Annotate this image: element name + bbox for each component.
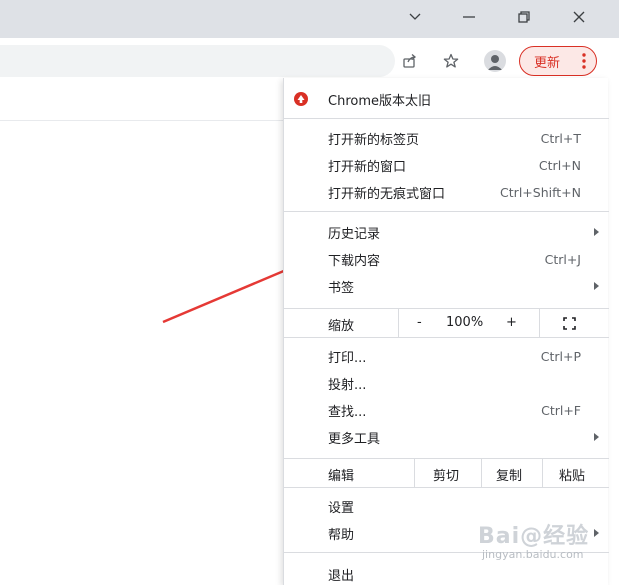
menu-item-history[interactable]: 历史记录 <box>284 219 609 245</box>
menu-item-new-tab[interactable]: 打开新的标签页 Ctrl+T <box>284 125 609 151</box>
submenu-arrow-icon <box>594 433 599 441</box>
menu-item-label: 书签 <box>328 280 355 296</box>
menu-item-label: 打开新的标签页 <box>328 132 420 148</box>
menu-item-shortcut: Ctrl+F <box>541 402 581 418</box>
menu-item-label: 设置 <box>328 500 355 516</box>
fullscreen-icon[interactable] <box>563 317 576 330</box>
menu-item-outdated-banner[interactable]: Chrome版本太旧 <box>284 86 609 112</box>
watermark-subtext: jingyan.baidu.com <box>482 548 584 561</box>
zoom-label: 缩放 <box>328 319 355 334</box>
edit-label: 编辑 <box>328 469 355 484</box>
menu-item-downloads[interactable]: 下载内容 Ctrl+J <box>284 246 609 272</box>
menu-item-new-incognito-window[interactable]: 打开新的无痕式窗口 Ctrl+Shift+N <box>284 179 609 205</box>
menu-divider <box>414 459 415 487</box>
zoom-row: 缩放 - 100% + <box>284 308 609 338</box>
edit-row: 编辑 剪切 复制 粘贴 <box>284 458 609 488</box>
submenu-arrow-icon <box>594 282 599 290</box>
zoom-in-button[interactable]: + <box>506 315 517 330</box>
cut-button[interactable]: 剪切 <box>433 465 459 484</box>
chrome-main-menu: Chrome版本太旧 打开新的标签页 Ctrl+T 打开新的窗口 Ctrl+N … <box>283 78 609 585</box>
menu-item-shortcut: Ctrl+N <box>538 157 581 173</box>
copy-button[interactable]: 复制 <box>496 465 522 484</box>
submenu-arrow-icon <box>594 228 599 236</box>
menu-separator <box>284 118 609 119</box>
menu-divider <box>539 309 540 337</box>
menu-item-shortcut: Ctrl+T <box>540 130 581 146</box>
baidu-watermark: Bai@经验 jingyan.baidu.com <box>478 518 608 568</box>
zoom-out-button[interactable]: - <box>417 315 422 330</box>
zoom-level: 100% <box>446 315 484 330</box>
menu-item-label: 投射... <box>328 377 367 393</box>
menu-item-shortcut: Ctrl+Shift+N <box>500 184 581 200</box>
menu-item-shortcut: Ctrl+J <box>544 251 581 267</box>
menu-item-label: 打印... <box>328 350 367 366</box>
menu-item-label: 查找... <box>328 404 367 420</box>
menu-item-label: 退出 <box>328 568 355 584</box>
menu-item-shortcut: Ctrl+P <box>540 348 581 364</box>
menu-item-label: 下载内容 <box>328 253 381 269</box>
menu-item-new-window[interactable]: 打开新的窗口 Ctrl+N <box>284 152 609 178</box>
menu-item-label: 更多工具 <box>328 431 381 447</box>
menu-divider <box>542 459 543 487</box>
menu-item-find[interactable]: 查找... Ctrl+F <box>284 397 609 423</box>
menu-divider <box>398 309 399 337</box>
menu-separator <box>284 211 609 212</box>
menu-item-label: 打开新的窗口 <box>328 159 407 175</box>
watermark-text: Bai@经验 <box>478 524 590 549</box>
menu-item-print[interactable]: 打印... Ctrl+P <box>284 343 609 369</box>
menu-item-label: 打开新的无痕式窗口 <box>328 186 446 202</box>
menu-item-cast[interactable]: 投射... <box>284 370 609 396</box>
menu-item-label: 历史记录 <box>328 226 381 242</box>
menu-item-bookmarks[interactable]: 书签 <box>284 273 609 299</box>
menu-item-label: Chrome版本太旧 <box>328 93 431 109</box>
menu-divider <box>481 459 482 487</box>
menu-item-more-tools[interactable]: 更多工具 <box>284 424 609 450</box>
menu-item-label: 帮助 <box>328 527 355 543</box>
menu-item-settings[interactable]: 设置 <box>284 493 609 519</box>
update-warning-icon <box>294 92 308 106</box>
paste-button[interactable]: 粘贴 <box>559 465 585 484</box>
